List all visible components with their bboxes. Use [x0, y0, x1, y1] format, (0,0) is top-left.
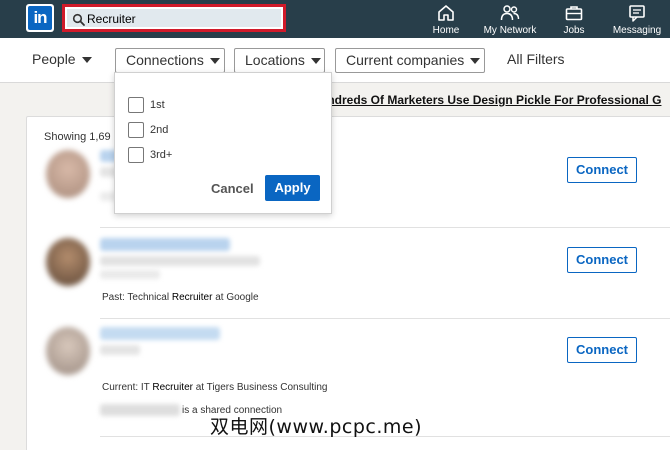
connect-button[interactable]: Connect	[567, 337, 637, 363]
result-2-past-position: Past: Technical Recruiter at Google	[102, 292, 259, 303]
avatar[interactable]	[46, 327, 90, 375]
caret-down-icon	[81, 57, 92, 64]
all-filters-label: All Filters	[507, 51, 565, 67]
blurred-name	[100, 327, 220, 340]
checkbox-3rd[interactable]	[128, 147, 144, 163]
logo-text: in	[28, 6, 52, 30]
all-filters-button[interactable]: All Filters	[497, 48, 575, 73]
connections-dropdown: 1st 2nd 3rd+ Cancel Apply	[114, 72, 332, 214]
keyword-highlight: Recruiter	[171, 292, 213, 303]
locations-filter-label: Locations	[245, 52, 305, 68]
home-icon	[438, 5, 454, 21]
nav-jobs-label: Jobs	[563, 25, 585, 36]
avatar[interactable]	[46, 238, 90, 286]
people-filter-label: People	[32, 51, 76, 67]
connect-button[interactable]: Connect	[567, 247, 637, 273]
briefcase-icon	[565, 6, 583, 21]
nav-home[interactable]: Home	[431, 3, 461, 37]
search-box[interactable]	[62, 4, 286, 32]
option-3rd-label: 3rd+	[150, 149, 173, 161]
current-companies-filter-button[interactable]: Current companies	[335, 48, 485, 73]
blurred-name	[100, 238, 230, 251]
people-icon	[500, 5, 520, 21]
blurred-location	[100, 270, 160, 279]
people-filter-button[interactable]: People	[22, 48, 102, 73]
apply-button[interactable]: Apply	[265, 175, 320, 201]
results-count: Showing 1,69	[44, 131, 111, 143]
result-3-current-position: Current: IT Recruiter at Tigers Business…	[102, 382, 328, 393]
current-companies-filter-label: Current companies	[346, 52, 465, 68]
locations-filter-button[interactable]: Locations	[234, 48, 325, 73]
caret-down-icon	[310, 58, 321, 65]
connections-filter-label: Connections	[126, 52, 204, 68]
nav-home-label: Home	[432, 25, 460, 36]
blurred-shared-avatar	[100, 404, 180, 416]
connections-filter-button[interactable]: Connections	[115, 48, 225, 73]
nav-my-network-label: My Network	[483, 25, 537, 36]
caret-down-icon	[209, 58, 220, 65]
nav-jobs[interactable]: Jobs	[559, 3, 589, 37]
sponsored-ad-link[interactable]: undreds Of Marketers Use Design Pickle F…	[320, 93, 661, 107]
option-1st-label: 1st	[150, 99, 165, 111]
cancel-button[interactable]: Cancel	[211, 181, 254, 196]
nav-messaging[interactable]: Messaging	[610, 3, 664, 37]
keyword-highlight: Recruiter	[152, 382, 193, 393]
nav-messaging-label: Messaging	[612, 25, 662, 36]
linkedin-logo[interactable]: in	[26, 4, 54, 32]
result-divider	[100, 227, 670, 228]
result-divider	[100, 318, 670, 319]
avatar[interactable]	[46, 150, 90, 198]
blurred-headline	[100, 256, 260, 266]
connect-button[interactable]: Connect	[567, 157, 637, 183]
checkbox-2nd[interactable]	[128, 122, 144, 138]
search-icon	[72, 13, 85, 26]
option-2nd-label: 2nd	[150, 124, 169, 136]
caret-down-icon	[470, 58, 481, 65]
search-input[interactable]	[87, 10, 277, 28]
chat-icon	[629, 5, 645, 22]
search-field[interactable]	[67, 9, 281, 28]
blurred-headline	[100, 345, 140, 355]
filter-bar: People Connections Locations Current com…	[0, 38, 670, 83]
nav-my-network[interactable]: My Network	[481, 3, 539, 37]
checkbox-1st[interactable]	[128, 97, 144, 113]
top-navigation-bar: in Home My Network Jobs	[0, 0, 670, 38]
watermark: 双电网(www.pcpc.me)	[210, 416, 422, 438]
